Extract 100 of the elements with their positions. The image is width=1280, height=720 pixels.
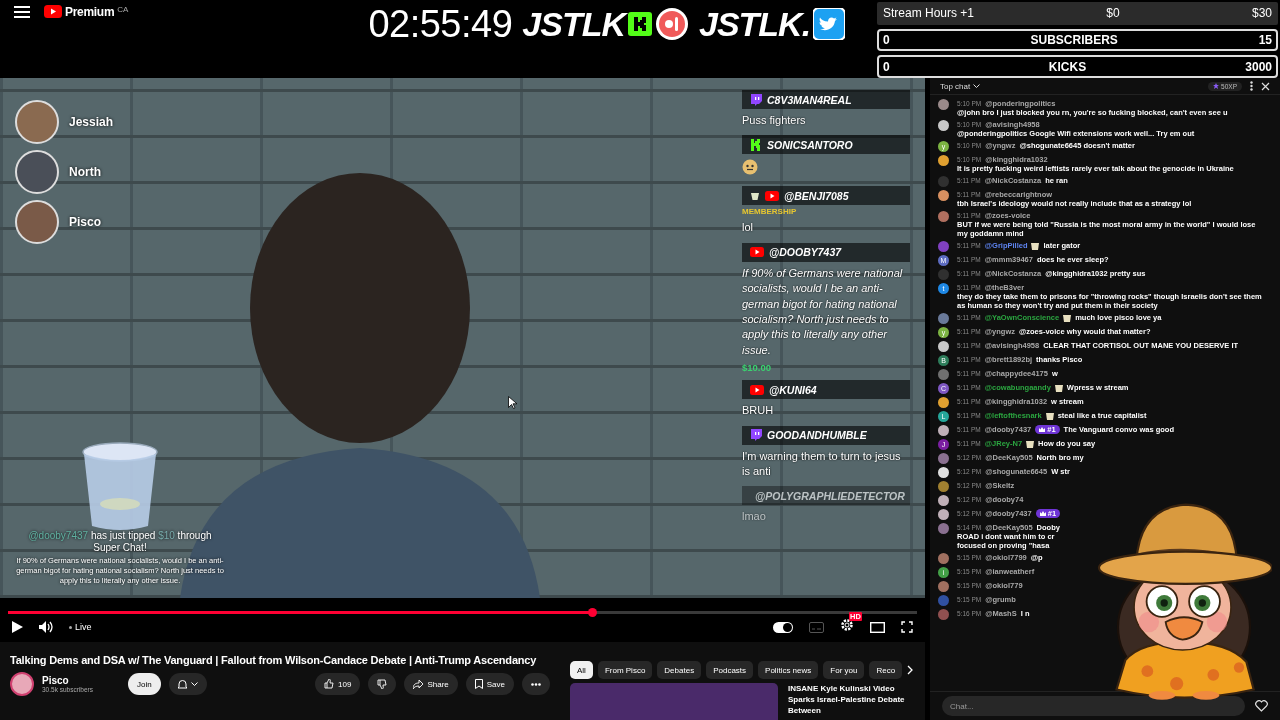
chat-username: SONICSANTORO [767,138,853,151]
star-icon [1213,83,1220,89]
chat-username: @POLYGRAPHLIEDETECTOR [755,489,905,502]
user-avatar[interactable] [938,119,949,131]
message-text: lol [742,220,754,236]
brand-logo-text: JSTLK. [699,4,811,44]
channel-name[interactable]: Pisco [42,675,120,686]
channel-avatar[interactable] [10,672,34,696]
goal-end: 3000 [1245,59,1272,74]
twitch-logo-icon [750,93,762,106]
member-badge-icon [1045,411,1054,420]
thumbs-down-icon [377,679,388,689]
dislike-button[interactable] [368,673,397,695]
filter-chip[interactable]: Politics news [758,661,819,679]
user-avatar[interactable] [938,466,949,478]
superchat-amount: $10.00 [742,362,773,374]
more-vertical-icon[interactable] [1250,81,1253,91]
video-thumbnail[interactable] [570,683,778,720]
user-avatar[interactable] [938,396,949,408]
membership-tag: MEMBERSHIP [742,207,910,217]
chat-username: @DOOBY7437 [769,246,842,259]
play-icon[interactable] [12,621,23,633]
more-icon [531,682,541,686]
participant-name: North [69,165,101,179]
progress-track[interactable] [8,611,917,614]
goal-title: Stream Hours +1 [883,6,975,21]
message-text: If 90% of Germans were national socialists, would I be an anti-german bigot for hating national socialism? North just needs to apply this to literally any other issue. [742,265,904,358]
save-button[interactable]: Save [465,673,514,695]
like-button[interactable]: 109 [315,673,361,695]
goal-label: SUBSCRIBERS [1030,32,1118,47]
crown-icon [1039,510,1046,516]
chevron-right-icon[interactable] [907,665,914,675]
member-badge-icon [1026,439,1035,448]
participant-name: Jessiah [69,115,114,129]
filter-chip[interactable]: Reco [869,661,903,679]
heart-icon[interactable] [1255,700,1268,712]
filter-chip[interactable]: From Pisco [597,661,653,679]
kick-logo-icon [628,12,652,36]
logo-text[interactable]: Premium [65,5,115,19]
emoji-icon [742,159,758,176]
caret-icon [190,681,198,687]
chat-input[interactable]: Chat... [942,696,1245,716]
chat-username: @KUNI64 [769,383,817,396]
caret-icon [973,83,981,89]
user-avatar[interactable] [938,189,949,201]
member-badge-icon [1031,241,1040,250]
more-button[interactable] [522,673,550,695]
chat-username: @BENJI7085 [784,189,849,202]
user-avatar[interactable] [938,154,949,166]
volume-icon[interactable] [39,621,53,633]
close-icon[interactable] [1261,81,1270,91]
chat-mode-selector[interactable]: Top chat [940,81,981,91]
user-avatar[interactable] [938,340,949,352]
filter-chip[interactable]: Debates [657,661,702,679]
user-avatar[interactable] [938,98,949,110]
goal-start: 0 [883,59,890,74]
chat-username: C8V3MAN4REAL [767,93,852,106]
theater-mode-icon[interactable] [870,621,885,633]
kick-logo-icon [750,138,762,151]
cursor-icon [508,396,517,409]
chat-username: GOODANDHUMBLE [767,429,867,442]
related-video-title[interactable]: INSANE Kyle Kulinski Video Sparks Israel-Palestine Debate Between [788,683,913,720]
fullscreen-icon[interactable] [901,621,913,633]
message-text: lmao [742,509,767,525]
menu-icon[interactable] [14,6,30,18]
filter-chip[interactable]: For you [823,661,865,679]
video-title: Talking Dems and DSA w/ The Vanguard | Fallout from Wilson-Candace Debate | Anti-Trump Ascendancy [10,654,538,666]
goal-start: 0 [883,32,890,47]
member-badge-icon [1063,313,1072,322]
user-avatar[interactable] [938,508,949,520]
filter-chip[interactable]: Podcasts [706,661,754,679]
message-text: BRUH [742,403,775,419]
user-avatar[interactable] [938,494,949,506]
share-button[interactable]: Share [404,673,458,695]
message-text: I'm warning them to turn to jesus is anti [742,448,902,480]
thumbs-up-icon [324,679,335,689]
record-icon [655,7,689,41]
crown-icon [1039,426,1046,432]
twitch-logo-icon [750,429,762,442]
settings-icon[interactable] [840,618,854,632]
user-avatar[interactable] [938,424,949,436]
progress-handle[interactable] [588,608,598,617]
member-badge-icon [1054,383,1063,392]
notification-button[interactable] [168,673,207,695]
goal-current: $0 [1106,6,1120,21]
goal-end: 15 [1258,32,1272,47]
live-label[interactable]: Live [69,622,92,632]
goal-label: KICKS [1048,59,1087,74]
stream-timer: 02:55:49 [368,2,513,46]
autoplay-toggle[interactable] [773,621,793,633]
bell-icon [177,679,187,689]
message-text: Puss fighters [742,113,807,128]
youtube-logo-icon [750,384,764,395]
filter-chip[interactable]: All [570,661,593,679]
region-label: CA [117,5,129,14]
youtube-logo-icon [765,190,779,201]
join-button[interactable]: Join [128,673,161,695]
play-logo-icon[interactable] [44,5,62,18]
youtube-logo-icon [750,247,764,258]
participant-name: Pisco [69,215,101,229]
